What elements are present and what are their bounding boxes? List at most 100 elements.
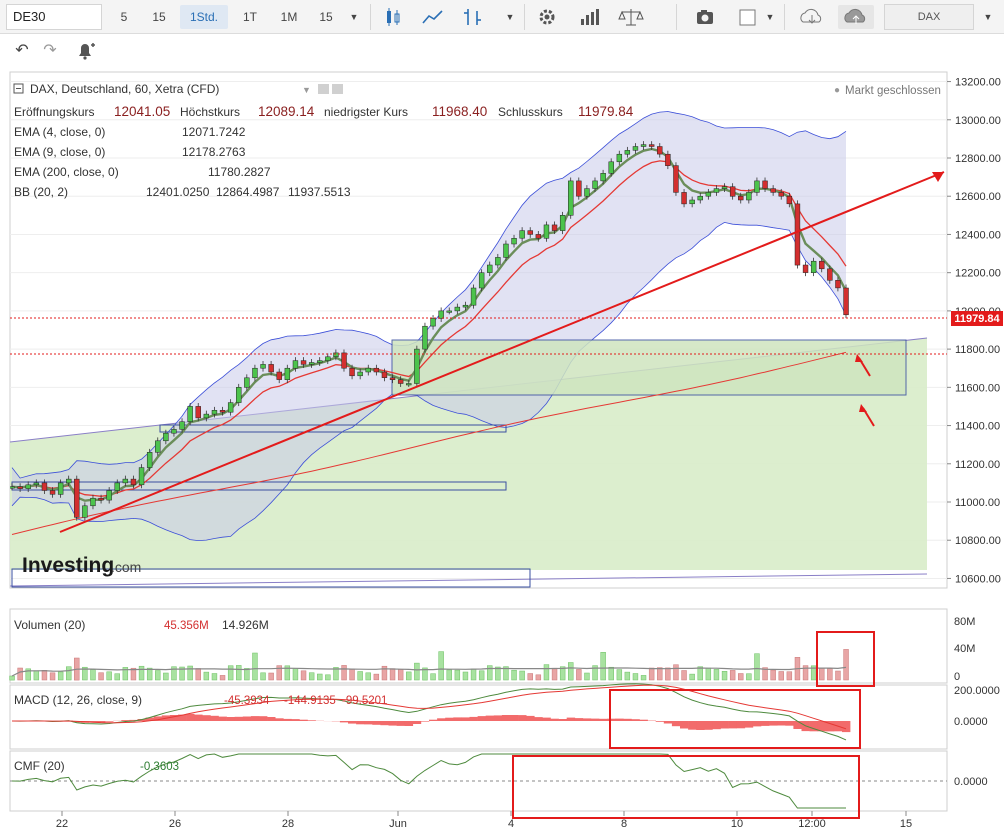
alert-bell-icon[interactable] [70, 39, 100, 63]
macd-hist-bar [242, 716, 252, 721]
macd-hist-bar [420, 721, 430, 722]
candle-bear [794, 203, 801, 266]
line-chart-icon[interactable] [418, 5, 448, 29]
candle-bull [146, 452, 153, 468]
interval-1d[interactable]: 1T [234, 5, 266, 29]
candle-bull [211, 410, 218, 415]
compare-scale-icon[interactable] [616, 5, 646, 29]
indicators-icon[interactable] [574, 5, 604, 29]
volume-bar [738, 673, 744, 681]
candle-bear [276, 371, 282, 380]
interval-dropdown-icon[interactable]: ▼ [344, 5, 364, 29]
volume-bar [640, 675, 647, 681]
volume-bar [584, 672, 590, 681]
interval-5[interactable]: 5 [110, 5, 138, 29]
volume-bar [827, 668, 833, 681]
macd-hist-bar [453, 717, 462, 721]
interval-custom[interactable]: 15 [312, 5, 340, 29]
macd-hist-bar [404, 721, 414, 726]
macd-hist-bar [380, 721, 389, 726]
candle-bull [430, 318, 436, 327]
candle-bear [300, 360, 307, 365]
symbol-input[interactable]: DE30 [6, 4, 102, 30]
macd-hist-bar [752, 721, 762, 727]
color-swatch-icon[interactable] [734, 5, 764, 29]
macd-hist-bar [186, 713, 195, 721]
macd-hist-bar [761, 721, 770, 726]
volume-bar [66, 666, 72, 681]
interval-1h[interactable]: 1Std. [180, 5, 228, 29]
macd-hist-bar [234, 716, 244, 721]
macd-hist-bar [412, 721, 422, 724]
candle-bull [308, 362, 315, 365]
candle-bull [487, 264, 493, 273]
title-dropdown-icon[interactable]: ▼ [302, 85, 311, 95]
cloud-upload-icon[interactable] [838, 5, 874, 29]
macd-hist-bar [696, 721, 705, 730]
macd-tick-200: 200.0000 [954, 685, 1000, 697]
ema9-label: EMA (9, close, 0) [14, 145, 105, 159]
candle-bear [551, 224, 558, 231]
candle-bull [470, 287, 477, 306]
market-status: Markt geschlossen [845, 85, 941, 97]
candle-bull [454, 306, 461, 312]
candles-icon[interactable] [378, 5, 408, 29]
visibility-icon[interactable] [318, 84, 329, 94]
volume-bar [721, 671, 728, 681]
candle-bull [90, 497, 96, 507]
volume-bar [41, 670, 48, 681]
chart-type-dropdown-icon[interactable]: ▼ [500, 5, 520, 29]
chart-app: DE30 5 15 1Std. 1T 1M 15 ▼ ▼ ▼ DAX ▼ ↶ ↷… [0, 0, 1004, 832]
price-axis: 13200.00 13000.00 12800.00 12600.00 12400.00… [947, 77, 1001, 585]
cloud-download-icon[interactable] [794, 5, 830, 29]
volume-bar [244, 668, 250, 681]
volume-bar [576, 669, 582, 681]
candle-bear [130, 478, 137, 486]
candle-bear [648, 144, 655, 147]
color-dropdown-icon[interactable]: ▼ [762, 5, 778, 29]
chart-canvas[interactable]: 13200.00 13000.00 12800.00 12600.00 12400.00… [0, 68, 1004, 832]
redo-icon[interactable]: ↷ [38, 39, 62, 63]
exchange-select[interactable]: DAX [884, 4, 974, 30]
camera-icon[interactable] [690, 5, 720, 29]
candle-bear [778, 192, 784, 197]
volume-bar [843, 649, 849, 681]
macd-hist-bar [550, 718, 559, 721]
time-tick-label: 4 [508, 818, 514, 830]
bars-icon[interactable] [458, 5, 488, 29]
volume-bar [292, 668, 299, 681]
gear-icon[interactable] [532, 5, 562, 29]
toolbar-divider [676, 4, 677, 30]
volume-bar [317, 673, 323, 681]
macd-hist-bar [445, 717, 454, 721]
candle-bull [252, 367, 258, 379]
volume-bar [754, 653, 760, 681]
interval-1m[interactable]: 1M [272, 5, 306, 29]
macd-hist-bar [437, 718, 446, 721]
macd-hist-bar [639, 719, 648, 721]
candle-bear [738, 195, 744, 201]
exchange-dropdown-icon[interactable]: ▼ [978, 5, 998, 29]
macd-hist-bar [526, 715, 535, 721]
volume-bar [454, 669, 461, 681]
candle-bull [495, 257, 501, 266]
macd-hist-bar [510, 715, 519, 721]
volume-bar [373, 673, 380, 681]
cmf-label: CMF (20) [14, 759, 65, 773]
volume-bar [551, 667, 558, 681]
macd-hist-bar [720, 721, 729, 729]
candle-bull [446, 310, 452, 313]
settings-icon[interactable] [332, 84, 343, 94]
undo-icon[interactable]: ↶ [10, 39, 34, 63]
ema200-label: EMA (200, close, 0) [14, 165, 119, 179]
volume-bar [519, 670, 525, 681]
volume-bar [819, 668, 825, 681]
candle-bull [236, 387, 242, 403]
candle-bull [187, 406, 193, 422]
interval-15[interactable]: 15 [144, 5, 174, 29]
macd-hist-bar [275, 718, 284, 721]
support-box-upper[interactable] [391, 339, 907, 396]
candle-bear [576, 180, 582, 197]
macd-value-3: -99.5201 [342, 695, 387, 707]
volume-bar [430, 673, 436, 681]
